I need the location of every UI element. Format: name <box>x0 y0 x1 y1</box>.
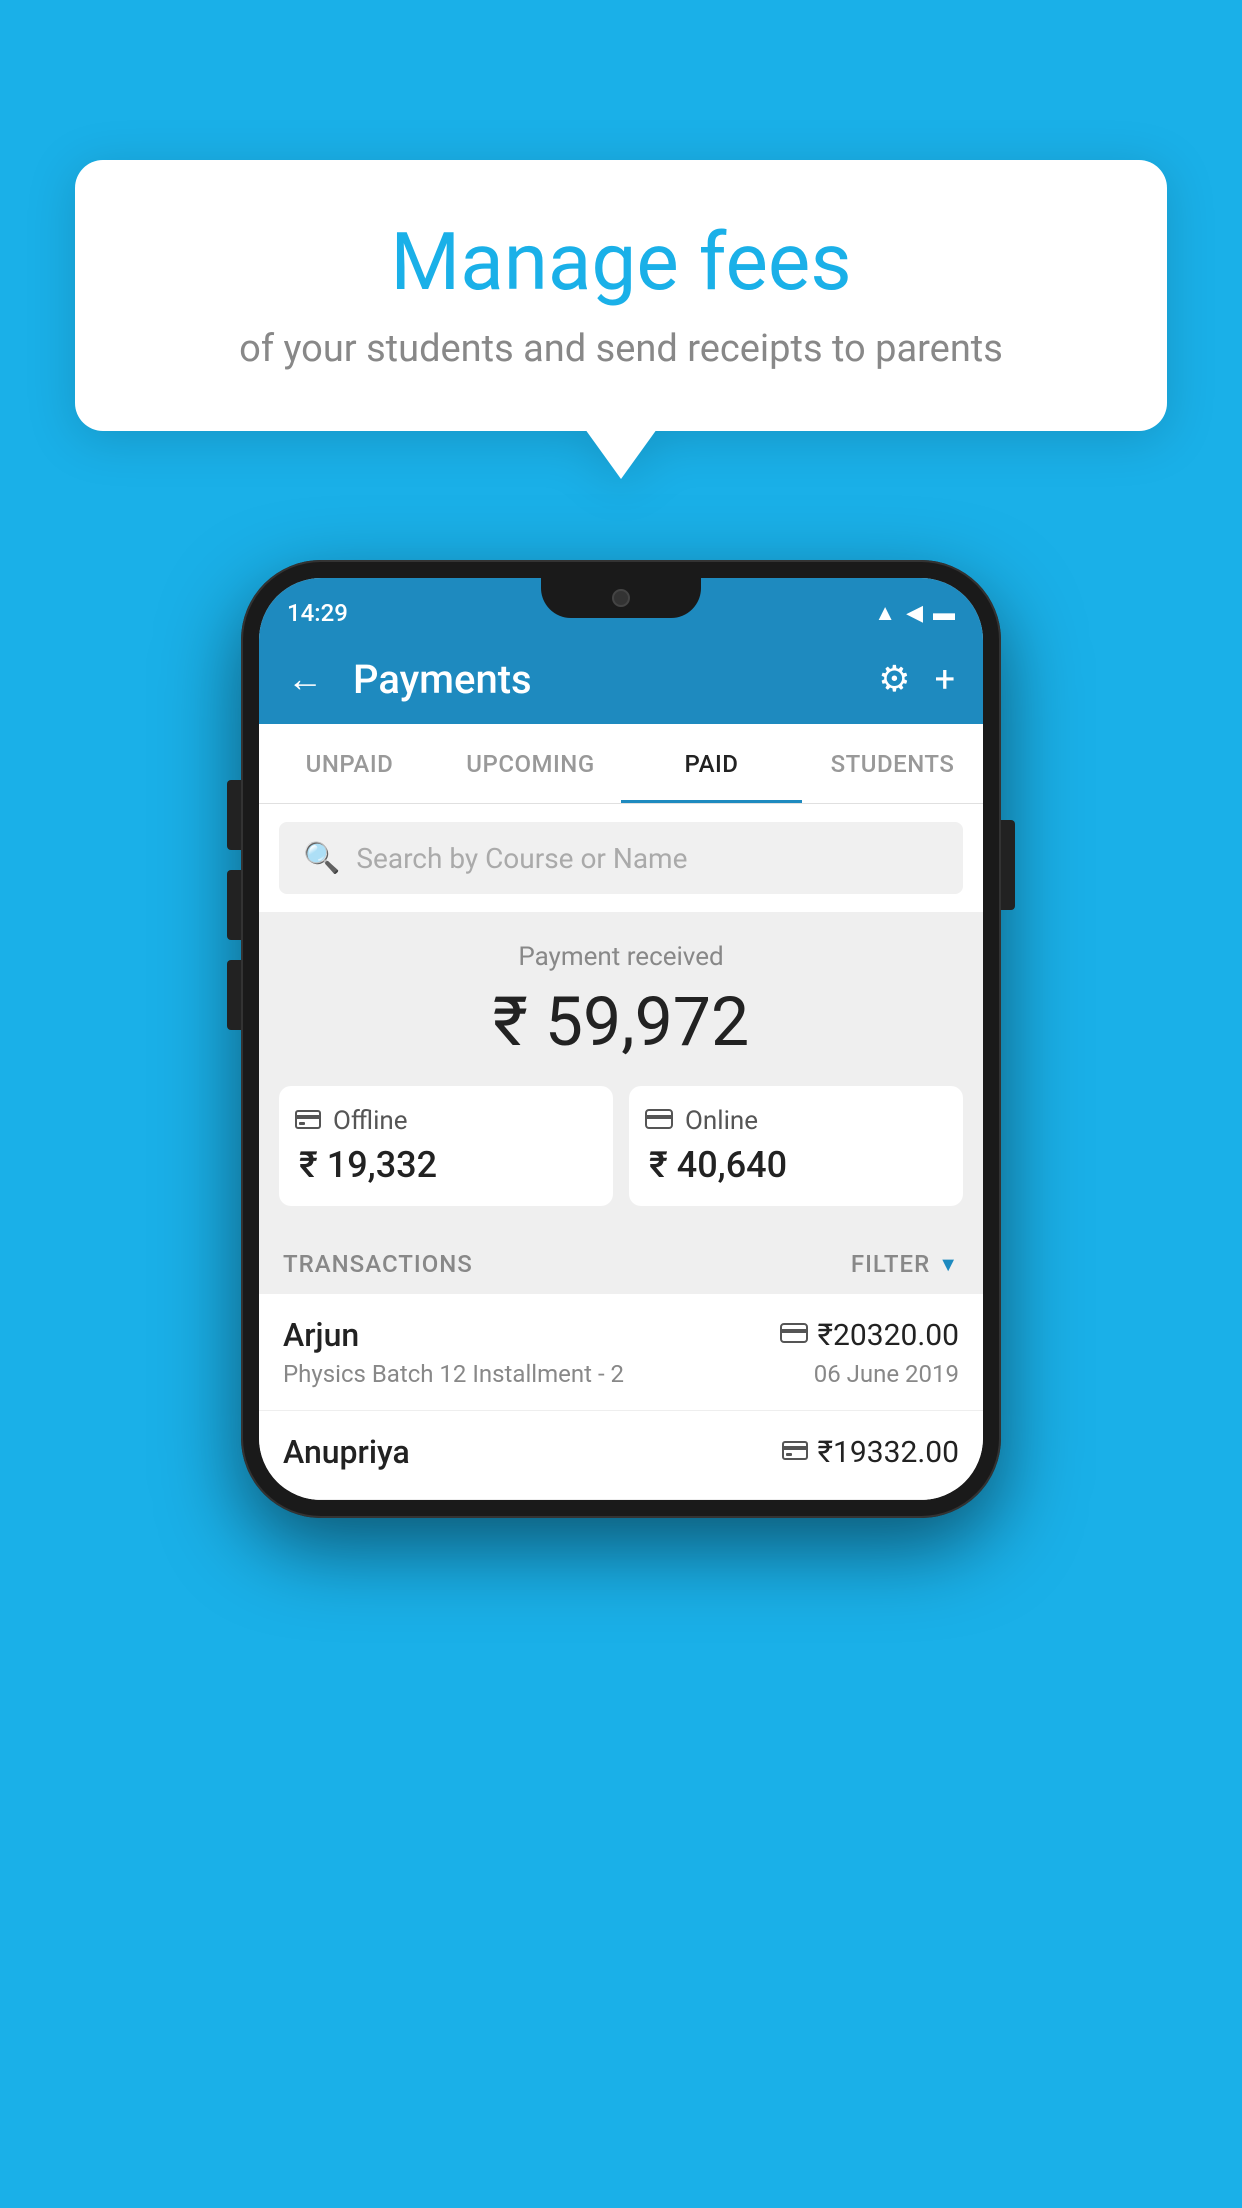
transactions-header: TRANSACTIONS FILTER ▼ <box>259 1230 983 1294</box>
search-box[interactable]: 🔍 Search by Course or Name <box>279 822 963 894</box>
transaction-amount: ₹19332.00 <box>818 1435 959 1470</box>
table-row[interactable]: Anupriya ₹19332.00 <box>259 1411 983 1500</box>
back-button[interactable]: ← <box>287 658 323 700</box>
transaction-date: 06 June 2019 <box>814 1360 959 1388</box>
payment-amount: ₹ 59,972 <box>279 982 963 1062</box>
phone-notch <box>541 578 701 618</box>
tab-students[interactable]: STUDENTS <box>802 724 983 803</box>
transactions-label: TRANSACTIONS <box>283 1250 473 1278</box>
app-header: ← Payments ⚙ + <box>259 634 983 724</box>
offline-header: Offline <box>295 1106 408 1136</box>
online-amount: ₹ 40,640 <box>649 1144 787 1186</box>
tab-upcoming[interactable]: UPCOMING <box>440 724 621 803</box>
payment-cards: Offline ₹ 19,332 <box>279 1086 963 1206</box>
online-card: Online ₹ 40,640 <box>629 1086 963 1206</box>
camera <box>612 589 630 607</box>
settings-icon[interactable]: ⚙ <box>878 658 910 700</box>
amount-row: ₹19332.00 <box>782 1435 959 1470</box>
tab-paid[interactable]: PAID <box>621 724 802 803</box>
phone-device: 14:29 ▲ ◀ ▬ ← Payments ⚙ + <box>241 560 1001 1518</box>
tab-bar: UNPAID UPCOMING PAID STUDENTS <box>259 724 983 804</box>
amount-row: ₹20320.00 <box>780 1318 959 1353</box>
tab-unpaid[interactable]: UNPAID <box>259 724 440 803</box>
online-icon <box>645 1106 673 1136</box>
status-icons: ▲ ◀ ▬ <box>874 600 955 626</box>
wifi-icon: ▲ <box>874 600 896 626</box>
offline-label: Offline <box>333 1106 408 1136</box>
offline-amount: ₹ 19,332 <box>299 1144 437 1186</box>
transaction-amount: ₹20320.00 <box>818 1318 959 1353</box>
transaction-list: Arjun ₹20320.00 <box>259 1294 983 1500</box>
bubble-title: Manage fees <box>135 215 1107 309</box>
battery-icon: ▬ <box>933 600 955 626</box>
offline-payment-icon <box>782 1438 808 1466</box>
search-input[interactable]: Search by Course or Name <box>356 842 687 875</box>
payment-label: Payment received <box>279 942 963 972</box>
filter-button[interactable]: FILTER ▼ <box>851 1250 959 1278</box>
search-container: 🔍 Search by Course or Name <box>259 804 983 912</box>
add-icon[interactable]: + <box>935 658 955 700</box>
offline-card: Offline ₹ 19,332 <box>279 1086 613 1206</box>
signal-icon: ◀ <box>906 601 923 626</box>
speech-bubble: Manage fees of your students and send re… <box>75 160 1167 431</box>
online-payment-icon <box>780 1321 808 1349</box>
transaction-name: Anupriya <box>283 1433 410 1471</box>
online-label: Online <box>685 1106 758 1136</box>
search-icon: 🔍 <box>303 841 340 876</box>
online-header: Online <box>645 1106 758 1136</box>
filter-icon: ▼ <box>938 1252 959 1277</box>
bubble-subtitle: of your students and send receipts to pa… <box>135 327 1107 371</box>
offline-icon <box>295 1106 321 1136</box>
status-time: 14:29 <box>287 599 348 627</box>
page-title: Payments <box>353 656 858 703</box>
payment-section: Payment received ₹ 59,972 <box>259 912 983 1230</box>
header-actions: ⚙ + <box>878 658 955 700</box>
table-row[interactable]: Arjun ₹20320.00 <box>259 1294 983 1411</box>
transaction-name: Arjun <box>283 1316 359 1354</box>
transaction-course: Physics Batch 12 Installment - 2 <box>283 1360 624 1388</box>
